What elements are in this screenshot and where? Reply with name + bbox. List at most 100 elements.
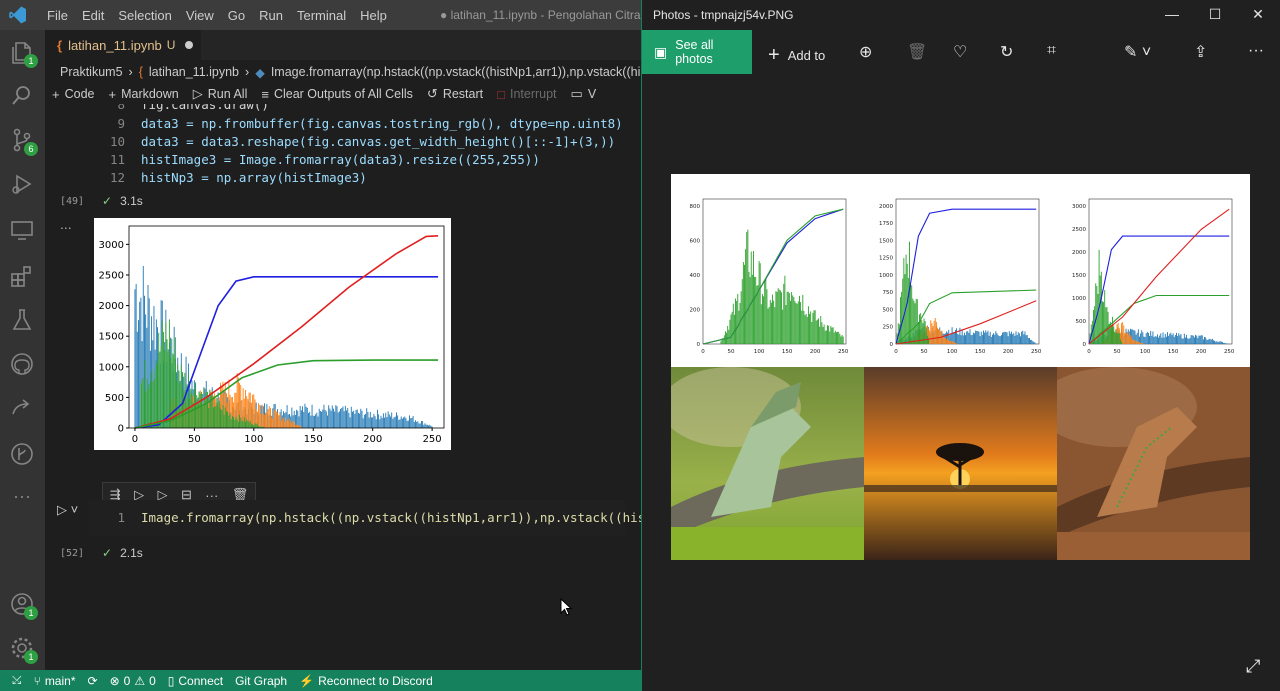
cell-status: ✓ 2.1s [102, 546, 143, 560]
restart-button[interactable]: ↺ Restart [427, 86, 483, 102]
menu-terminal[interactable]: Terminal [290, 8, 353, 23]
add-markdown-button[interactable]: + Markdown [108, 87, 178, 102]
connect-label: Connect [178, 673, 224, 688]
y-tick-label: 3000 [99, 240, 124, 251]
share-icon[interactable]: ⇪ [1194, 42, 1207, 62]
menu-selection[interactable]: Selection [111, 8, 178, 23]
favorite-heart-icon[interactable]: ♡ [953, 42, 967, 62]
code-cell-2[interactable]: 1 Image.fromarray(np.hstack((np.vstack((h… [89, 500, 641, 536]
execution-count: [49] [60, 196, 85, 207]
mini-y-label: 1500 [879, 238, 893, 244]
problems-indicator[interactable]: ⊗ 0 ⚠ 0 [110, 674, 156, 688]
git-graph-button[interactable]: Git Graph [235, 674, 287, 688]
add-to-label: Add to [787, 48, 826, 63]
menu-edit[interactable]: Edit [75, 8, 111, 23]
add-code-button[interactable]: + Code [52, 87, 94, 102]
mini-y-label: 800 [690, 204, 701, 210]
plus-icon: + [108, 86, 117, 102]
activity-bar: 1 6 ··· 1 1 [0, 30, 45, 670]
remote-explorer-icon[interactable] [8, 216, 36, 244]
check-icon: ✓ [102, 546, 113, 560]
close-icon[interactable]: ✕ [1248, 6, 1268, 24]
live-share-icon[interactable] [8, 394, 36, 422]
mini-y-label: 0 [697, 342, 701, 348]
run-all-button[interactable]: ▷ Run All [193, 86, 248, 102]
tab-latihan-11[interactable]: { latihan_11.ipynb U [45, 30, 201, 60]
code-line: 11 histImage3 = Image.fromarray(data3).re… [89, 151, 540, 169]
more-icon[interactable]: ··· [8, 486, 36, 514]
x-tick-label: 0 [132, 434, 138, 445]
minimize-icon[interactable]: — [1162, 6, 1182, 24]
line-number: 1 [117, 510, 125, 525]
mini-x-label: 50 [921, 349, 928, 355]
mini-y-label: 500 [1076, 319, 1087, 325]
accounts-icon[interactable]: 1 [8, 590, 38, 620]
mini-x-label: 0 [701, 349, 705, 355]
restart-label: Restart [442, 87, 484, 101]
mini-x-label: 100 [947, 349, 958, 355]
code-line: 1 Image.fromarray(np.hstack((np.vstack((h… [89, 509, 641, 527]
clear-outputs-button[interactable]: ≡ Clear Outputs of All Cells [261, 87, 413, 102]
settings-badge: 1 [24, 650, 38, 664]
discord-button[interactable]: ⚡ Reconnect to Discord [299, 674, 433, 688]
zoom-in-icon[interactable]: ⊕ [859, 42, 872, 62]
breadcrumb-symbol[interactable]: Image.fromarray(np.hstack((np.vstack((hi… [271, 65, 640, 79]
menu-file[interactable]: File [40, 8, 75, 23]
mini-y-label: 1000 [1072, 296, 1086, 302]
window-title: ● latihan_11.ipynb - Pengolahan Citra Di [440, 8, 656, 22]
mini-x-label: 250 [838, 349, 849, 355]
see-all-label: See all photos [675, 38, 714, 66]
code-line: 12 histNp3 = np.array(histImage3) [89, 169, 367, 187]
connect-button[interactable]: ▯ Connect [168, 674, 223, 688]
see-all-photos-button[interactable]: ▣ See all photos [642, 30, 752, 74]
variables-button[interactable]: ▭ V [571, 86, 597, 102]
interrupt-button[interactable]: □ Interrupt [497, 87, 556, 102]
menu-help[interactable]: Help [353, 8, 394, 23]
cell-status: ✓ 3.1s [102, 194, 143, 208]
explorer-icon[interactable]: 1 [8, 38, 38, 68]
run-cell-icon[interactable]: ▷ ˅ [57, 502, 78, 518]
fullscreen-icon[interactable]: ⤢ [1246, 656, 1260, 677]
add-code-label: Code [64, 87, 95, 101]
line-number: 9 [117, 116, 125, 131]
cell-duration: 3.1s [120, 194, 143, 208]
rotate-icon[interactable]: ↻ [1000, 42, 1013, 62]
gallery-icon: ▣ [654, 43, 668, 60]
code-cell-1[interactable]: 8 fig.canvas.draw() 9 data3 = np.frombuffe… [89, 104, 640, 190]
git-branch-icon: ⑂ [33, 673, 41, 688]
extensions-icon[interactable] [8, 262, 36, 290]
line-number: 11 [109, 152, 125, 167]
sync-icon[interactable]: ⟳ [88, 674, 98, 688]
settings-gear-icon[interactable]: 1 [8, 634, 38, 664]
menu-view[interactable]: View [179, 8, 221, 23]
menu-go[interactable]: Go [221, 8, 252, 23]
breadcrumb-folder[interactable]: Praktikum5 [60, 65, 123, 79]
git-graph-icon[interactable] [8, 440, 36, 468]
add-to-button[interactable]: + Add to [768, 44, 825, 67]
python-icon: ◆ [255, 65, 265, 80]
unsaved-dot-icon[interactable] [185, 41, 194, 49]
output-more-button[interactable]: ... [60, 216, 72, 232]
edit-draw-icon[interactable]: ✎ ˅ [1124, 42, 1151, 62]
crop-icon[interactable]: ⌗ [1047, 42, 1056, 60]
source-control-icon[interactable]: 6 [8, 126, 38, 156]
mini-y-label: 1250 [879, 256, 893, 262]
menu-run[interactable]: Run [252, 8, 290, 23]
mini-y-label: 1500 [1072, 273, 1086, 279]
see-more-icon[interactable]: ··· [1248, 42, 1264, 60]
add-markdown-label: Markdown [121, 87, 179, 101]
branch-indicator[interactable]: ⑂ main* [34, 674, 76, 688]
maximize-icon[interactable]: ☐ [1205, 6, 1225, 24]
photo-viewer-image[interactable]: 800 600 400 200 0 0 50 100 150 200 250 2000 1750 150… [671, 174, 1250, 560]
testing-flask-icon[interactable] [8, 306, 36, 334]
delete-icon[interactable]: 🗑 [907, 42, 927, 62]
github-icon[interactable] [8, 350, 36, 378]
run-debug-icon[interactable] [8, 170, 36, 198]
error-count: 0 [123, 673, 131, 688]
remote-indicator-icon[interactable]: ⤩ [12, 673, 22, 688]
breadcrumb-file[interactable]: latihan_11.ipynb [149, 65, 239, 79]
search-icon[interactable] [8, 82, 36, 110]
chevron-right-icon: › [245, 65, 250, 79]
title-bar: File Edit Selection View Go Run Terminal… [0, 0, 655, 30]
mini-y-label: 600 [690, 238, 701, 244]
